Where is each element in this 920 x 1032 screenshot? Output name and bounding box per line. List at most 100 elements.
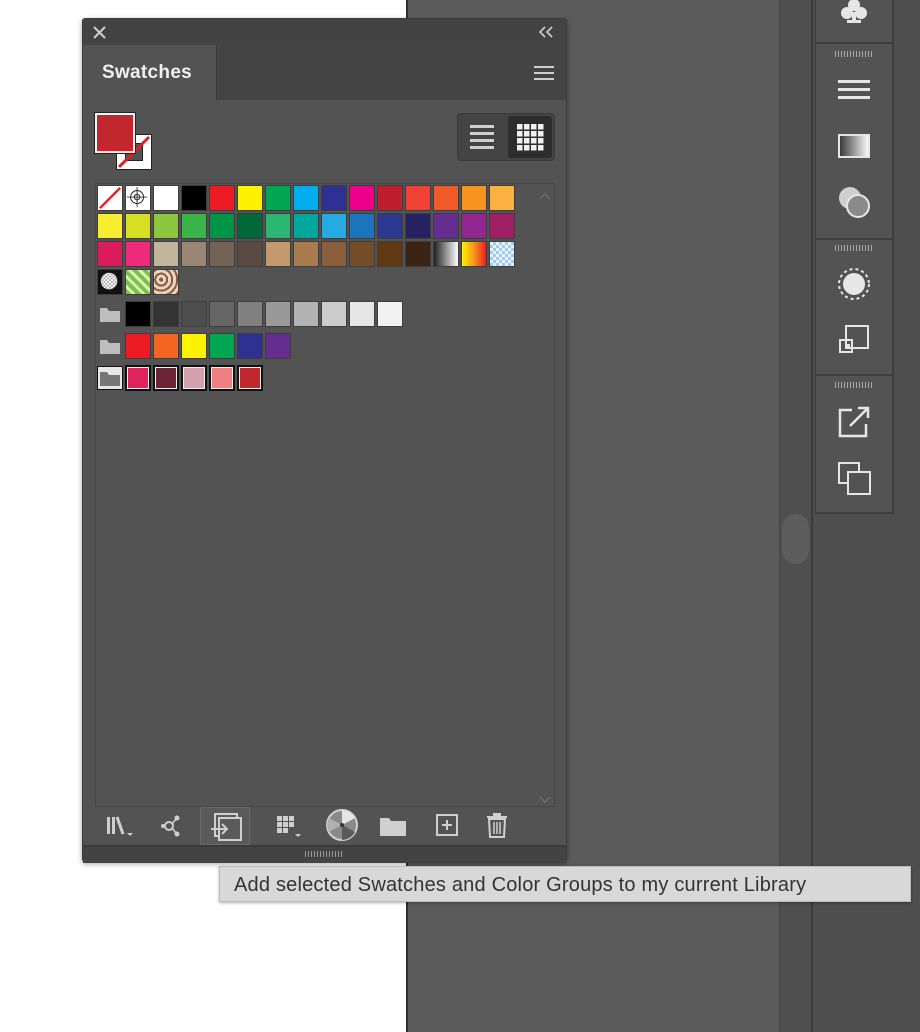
grid-view-icon[interactable] (508, 116, 552, 158)
swatch[interactable] (125, 241, 151, 267)
swatch[interactable] (209, 365, 235, 391)
resize-grip[interactable] (305, 851, 343, 857)
swatch[interactable] (237, 365, 263, 391)
delete-icon[interactable] (481, 809, 513, 841)
fill-color-swatch[interactable] (95, 113, 135, 153)
swatch[interactable] (433, 213, 459, 239)
list-view-icon[interactable] (460, 116, 504, 158)
swatch[interactable] (433, 185, 459, 211)
swatch[interactable] (377, 241, 403, 267)
swatch[interactable] (433, 241, 459, 267)
swatch-kinds-menu-icon[interactable] (273, 809, 305, 841)
transform-icon[interactable] (836, 322, 872, 358)
swatch[interactable] (321, 301, 347, 327)
scrollbar-thumb[interactable] (782, 514, 809, 564)
swatch[interactable] (349, 213, 375, 239)
swatch[interactable] (265, 241, 291, 267)
swatch[interactable] (405, 241, 431, 267)
color-group-folder-icon[interactable] (97, 366, 123, 390)
swatch[interactable] (321, 213, 347, 239)
swatch[interactable] (181, 185, 207, 211)
swatch[interactable] (209, 301, 235, 327)
scroll-down-icon[interactable] (538, 792, 552, 804)
swatch[interactable] (489, 185, 515, 211)
swatch[interactable] (461, 241, 487, 267)
swatch[interactable] (237, 333, 263, 359)
swatch[interactable] (153, 365, 179, 391)
swatch[interactable] (377, 301, 403, 327)
double-chevron-left-icon[interactable] (538, 25, 554, 39)
libraries-menu-icon[interactable] (103, 809, 135, 841)
swatch[interactable] (349, 301, 375, 327)
swatch[interactable] (97, 213, 123, 239)
swatch[interactable] (265, 213, 291, 239)
swatch[interactable] (153, 241, 179, 267)
swatch[interactable] (265, 333, 291, 359)
swatch[interactable] (125, 333, 151, 359)
swatch[interactable] (349, 241, 375, 267)
gradient-icon[interactable] (836, 128, 872, 164)
swatch[interactable] (153, 333, 179, 359)
swatch[interactable] (153, 301, 179, 327)
swatch[interactable] (237, 301, 263, 327)
swatch[interactable] (209, 185, 235, 211)
swatch[interactable] (97, 269, 123, 295)
swatch[interactable] (461, 213, 487, 239)
swatch[interactable] (405, 185, 431, 211)
swatch[interactable] (377, 185, 403, 211)
swatch[interactable] (97, 185, 123, 211)
swatch[interactable] (181, 213, 207, 239)
color-group-folder-icon[interactable] (97, 302, 123, 326)
swatch[interactable] (153, 185, 179, 211)
export-icon[interactable] (836, 404, 872, 440)
symbols-club-icon[interactable] (836, 0, 872, 30)
add-to-library-icon[interactable] (200, 807, 250, 845)
panel-titlebar[interactable] (83, 19, 566, 45)
swatch[interactable] (265, 185, 291, 211)
swatch[interactable] (405, 213, 431, 239)
hamburger-menu-icon[interactable] (534, 65, 554, 81)
swatch[interactable] (181, 365, 207, 391)
swatch[interactable] (125, 365, 151, 391)
swatch[interactable] (293, 185, 319, 211)
swatch[interactable] (181, 241, 207, 267)
swatch[interactable] (293, 213, 319, 239)
close-icon[interactable] (93, 26, 106, 39)
color-themes-icon[interactable] (155, 809, 187, 841)
panel-resize-footer[interactable] (83, 845, 566, 863)
swatch[interactable] (125, 301, 151, 327)
swatch[interactable] (265, 301, 291, 327)
new-color-group-icon[interactable] (377, 809, 409, 841)
swatch[interactable] (377, 213, 403, 239)
swatch[interactable] (461, 185, 487, 211)
appearance-circle-icon[interactable] (836, 266, 872, 302)
artboards-icon[interactable] (836, 460, 872, 496)
swatch[interactable] (153, 269, 179, 295)
swatch[interactable] (237, 241, 263, 267)
swatch[interactable] (125, 213, 151, 239)
scroll-up-icon[interactable] (538, 188, 552, 200)
swatch[interactable] (181, 333, 207, 359)
new-swatch-icon[interactable] (431, 809, 463, 841)
swatch[interactable] (181, 301, 207, 327)
tab-swatches[interactable]: Swatches (83, 45, 217, 100)
swatch[interactable] (293, 301, 319, 327)
stroke-lines-icon[interactable] (836, 72, 872, 108)
swatch[interactable] (237, 213, 263, 239)
swatch[interactable] (209, 333, 235, 359)
swatch[interactable] (489, 213, 515, 239)
swatch[interactable] (97, 241, 123, 267)
color-group-folder-icon[interactable] (97, 334, 123, 358)
swatch[interactable] (209, 241, 235, 267)
swatch[interactable] (125, 185, 151, 211)
swatch[interactable] (209, 213, 235, 239)
swatch[interactable] (349, 185, 375, 211)
transparency-icon[interactable] (836, 184, 872, 220)
swatch[interactable] (293, 241, 319, 267)
swatch[interactable] (321, 185, 347, 211)
swatch[interactable] (237, 185, 263, 211)
swatch[interactable] (489, 241, 515, 267)
swatch-options-icon[interactable] (325, 808, 359, 842)
swatch[interactable] (321, 241, 347, 267)
swatch[interactable] (125, 269, 151, 295)
